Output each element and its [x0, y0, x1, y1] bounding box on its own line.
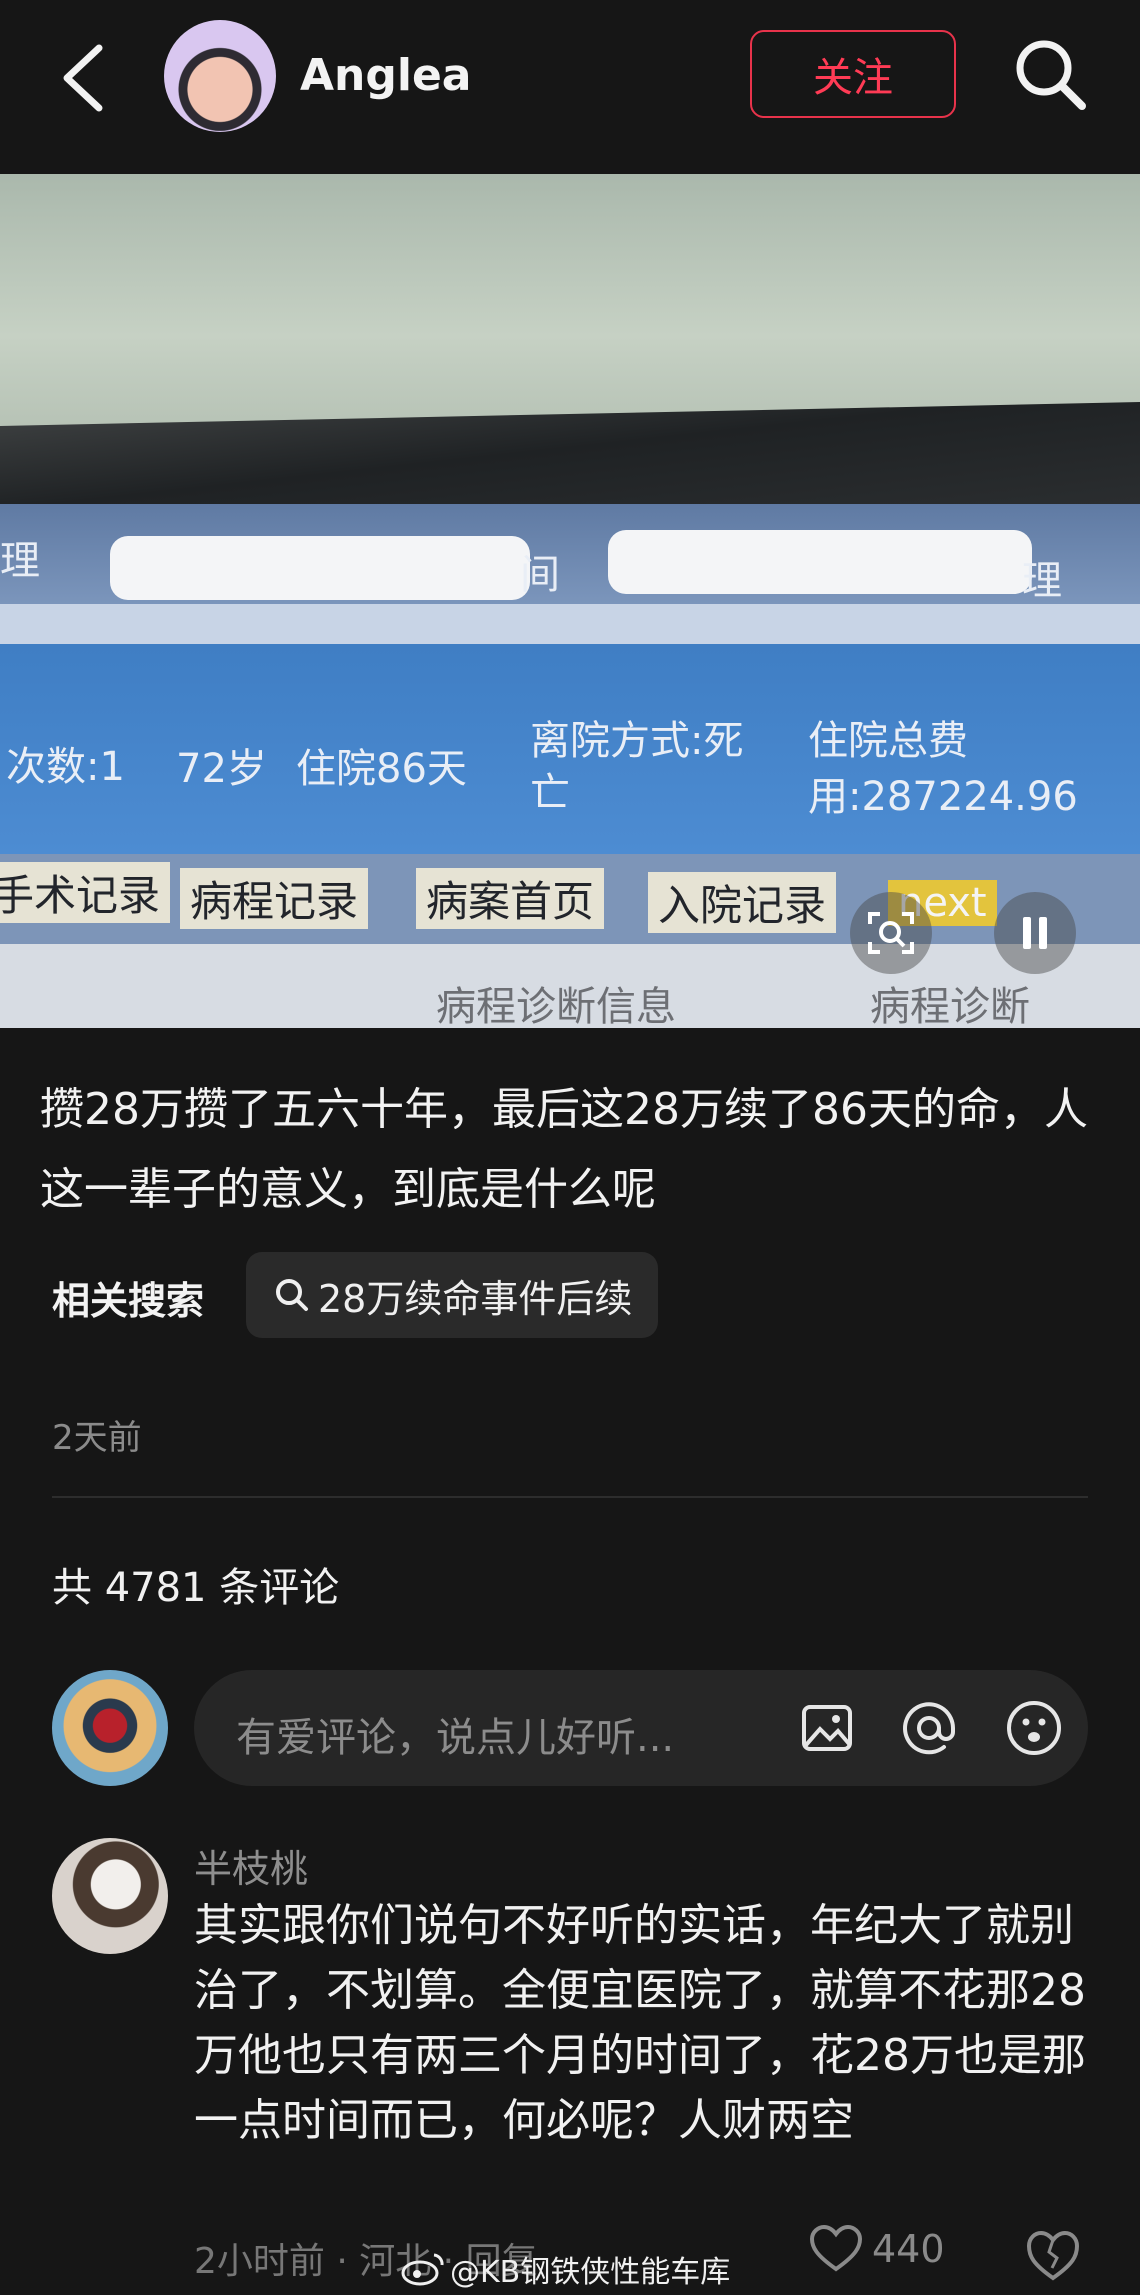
post-image[interactable]: 理 间 理 次数:1 72岁 住院86天 离院方式:死 亡 住院总费 用:287…	[0, 174, 1140, 1028]
like-count: 440	[872, 2227, 945, 2271]
photo-tab: 病程记录	[180, 868, 369, 929]
image-search-button[interactable]	[850, 892, 932, 974]
author-name[interactable]: Anglea	[300, 50, 472, 101]
photo-cost-value: 用:287224.96	[808, 774, 1078, 820]
photo-discharge: 离院方式:死	[530, 718, 744, 764]
emoji-icon[interactable]	[1003, 1697, 1065, 1759]
back-arrow-icon[interactable]	[55, 42, 115, 114]
photo-cost-label: 住院总费	[808, 718, 968, 764]
photo-stay: 住院86天	[296, 746, 467, 792]
photo-tab: 病案首页	[416, 868, 605, 929]
related-search-label: 相关搜索	[52, 1279, 205, 1323]
search-icon	[276, 1279, 308, 1311]
photo-bottom-text: 病程诊断信息	[436, 984, 676, 1028]
scan-search-icon	[868, 912, 914, 954]
photo-tab: 手术记录	[0, 862, 171, 923]
pause-icon	[1023, 917, 1047, 949]
photo-age: 72岁	[176, 746, 267, 792]
photo-bottom-text: 病程诊断	[870, 984, 1030, 1028]
photo-light-band	[0, 604, 1140, 644]
post-caption: 攒28万攒了五六十年，最后这28万续了86天的命，人这一辈子的意义，到底是什么呢	[40, 1084, 1088, 1215]
commenter-avatar[interactable]	[52, 1838, 168, 1954]
photo-fragment-left: 理	[0, 538, 40, 584]
photo-fragment-right: 理	[1022, 558, 1062, 604]
commenter-name[interactable]: 半枝桃	[194, 1838, 308, 1893]
image-icon[interactable]	[796, 1697, 858, 1759]
at-icon[interactable]	[898, 1697, 960, 1759]
comment-text: 其实跟你们说句不好听的实话，年纪大了就别治了，不划算。全便宜医院了，就算不花那2…	[194, 1900, 1086, 2146]
redaction-bubble	[608, 530, 1032, 594]
search-icon[interactable]	[1012, 36, 1088, 112]
author-avatar[interactable]	[164, 20, 276, 132]
redaction-bubble	[110, 536, 530, 600]
related-search-query: 28万续命事件后续	[318, 1276, 633, 1321]
photo-visits: 次数:1	[6, 744, 125, 790]
post-time: 2天前	[52, 1418, 142, 1458]
watermark-text: @KB钢铁侠性能车库	[450, 2255, 731, 2290]
like-button[interactable]: 440	[810, 2225, 945, 2273]
photo-fragment-mid: 间	[520, 552, 560, 598]
heart-icon	[810, 2225, 862, 2272]
photo-tab: 入院记录	[648, 872, 837, 933]
my-avatar	[52, 1670, 168, 1786]
photo-wall	[0, 174, 1140, 444]
photo-discharge-cont: 亡	[530, 770, 570, 816]
watermark: @KB钢铁侠性能车库	[400, 2247, 730, 2291]
weibo-icon	[401, 2253, 444, 2286]
dislike-heart-icon[interactable]	[1025, 2228, 1081, 2284]
comment-input-placeholder[interactable]: 有爱评论，说点儿好听...	[236, 1705, 674, 1763]
follow-button[interactable]: 关注	[750, 30, 956, 118]
related-search-chip[interactable]: 28万续命事件后续	[246, 1252, 659, 1338]
divider	[52, 1496, 1088, 1498]
pause-button[interactable]	[994, 892, 1076, 974]
comment-count: 共 4781 条评论	[52, 1565, 340, 1611]
